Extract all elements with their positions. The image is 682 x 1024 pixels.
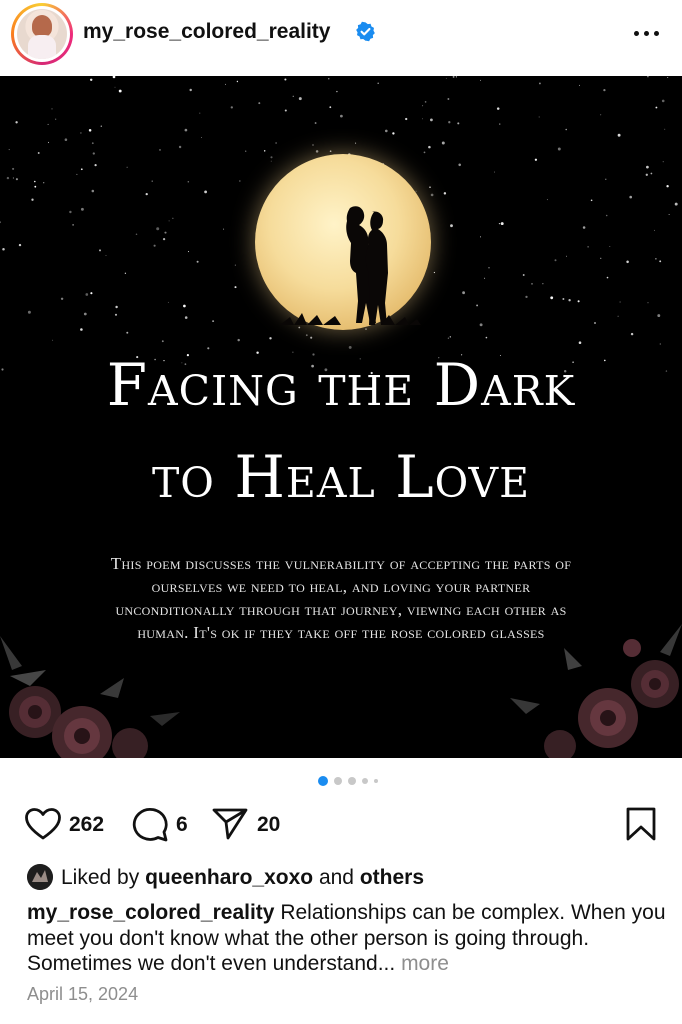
- heart-icon[interactable]: [24, 807, 62, 841]
- carousel-dot-active: [318, 776, 328, 786]
- post-image[interactable]: Facing the Dark to Heal Love This poem d…: [0, 76, 682, 758]
- liked-by-avatar[interactable]: [27, 864, 53, 890]
- profile-avatar[interactable]: [11, 3, 73, 65]
- poem-line: human. It's ok if they take off the rose…: [137, 623, 545, 642]
- carousel-dot: [334, 777, 342, 785]
- post-caption: my_rose_colored_reality Relationships ca…: [27, 900, 667, 977]
- bookmark-icon[interactable]: [625, 806, 657, 842]
- poem-line: ourselves we need to heal, and loving yo…: [151, 577, 531, 596]
- liked-by-user[interactable]: queenharo_xoxo: [145, 866, 313, 889]
- poem-description: This poem discusses the vulnerability of…: [52, 552, 630, 644]
- poem-title-line-1: Facing the Dark: [106, 351, 576, 419]
- more-options-ellipsis-icon[interactable]: [632, 22, 662, 44]
- comments-count[interactable]: 6: [176, 813, 188, 837]
- caption-username[interactable]: my_rose_colored_reality: [27, 901, 274, 924]
- liked-by-prefix: Liked by: [61, 866, 140, 889]
- post-date: April 15, 2024: [27, 984, 139, 1004]
- verified-badge-icon: [356, 21, 375, 42]
- poem-line: unconditionally through that journey, vi…: [115, 600, 567, 619]
- post-username[interactable]: my_rose_colored_reality: [83, 20, 330, 44]
- liked-by-text: Liked by queenharo_xoxo and others: [61, 866, 424, 890]
- carousel-dot: [374, 779, 378, 783]
- share-icon[interactable]: [211, 807, 249, 841]
- shares-count[interactable]: 20: [257, 813, 280, 837]
- roses-decoration-left: [0, 636, 180, 758]
- post-header: my_rose_colored_reality: [0, 0, 682, 76]
- comment-icon[interactable]: [131, 806, 169, 842]
- poem-title-line-2: to Heal Love: [151, 443, 531, 511]
- carousel-dot: [362, 778, 368, 784]
- roses-decoration-right: [510, 624, 682, 758]
- carousel-dot: [348, 777, 356, 785]
- caption-more-link[interactable]: more: [401, 952, 449, 975]
- liked-by-others[interactable]: others: [360, 866, 424, 889]
- poem-line: This poem discusses the vulnerability of…: [110, 554, 572, 573]
- liked-by-and: and: [318, 866, 354, 889]
- likes-count[interactable]: 262: [69, 813, 104, 837]
